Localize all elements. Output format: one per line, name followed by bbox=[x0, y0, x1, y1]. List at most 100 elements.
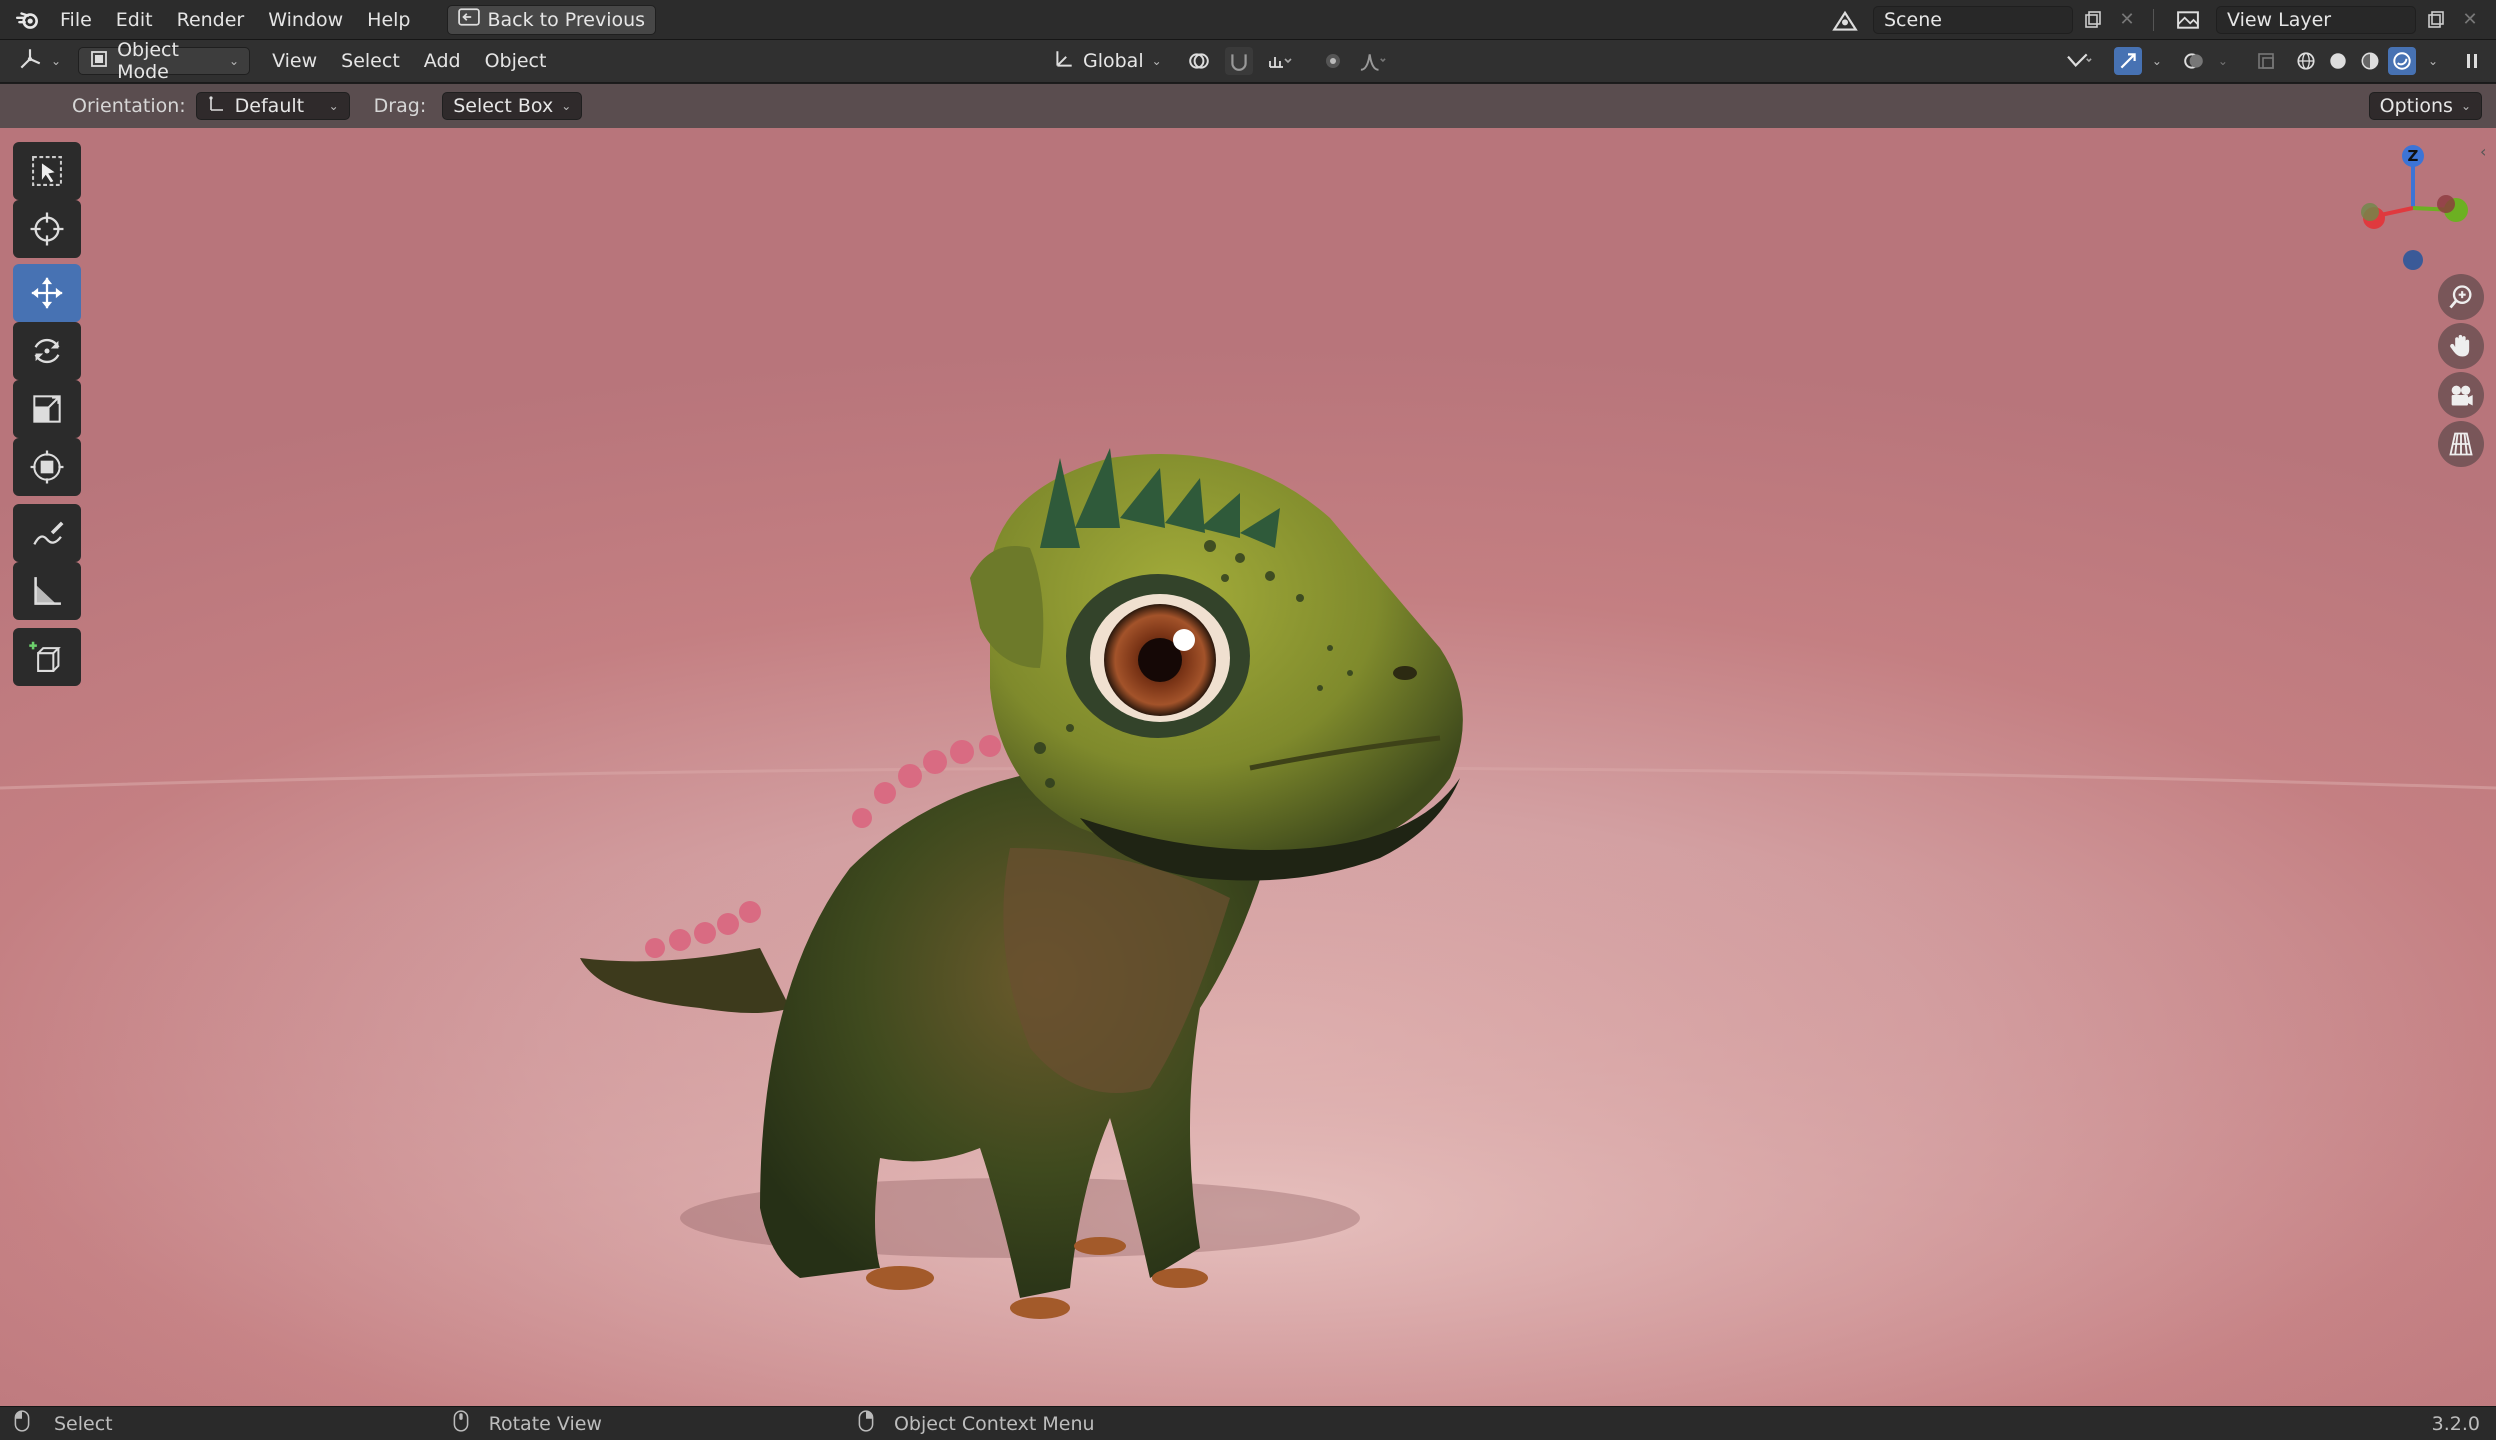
tool-settings-bar: Orientation: Default ⌄ Drag: Select Box … bbox=[0, 84, 2496, 128]
chevron-down-icon: ⌄ bbox=[229, 54, 240, 68]
snap-increment-icon[interactable] bbox=[1257, 47, 1301, 75]
new-scene-icon[interactable] bbox=[2079, 6, 2107, 34]
menu-object[interactable]: Object bbox=[473, 41, 559, 81]
view-layer-name: View Layer bbox=[2227, 8, 2332, 31]
transform-orientation-label: Global bbox=[1083, 50, 1144, 72]
gizmo-toggle-icon[interactable] bbox=[2113, 47, 2142, 75]
object-mode-icon bbox=[89, 49, 109, 74]
3d-viewport-icon bbox=[17, 46, 43, 77]
wireframe-shading-icon[interactable] bbox=[2292, 47, 2320, 75]
scene-name-field[interactable]: Scene bbox=[1873, 5, 2073, 34]
object-mode-label: Object Mode bbox=[117, 39, 179, 83]
mouse-right-icon bbox=[858, 1410, 874, 1437]
zoom-button[interactable] bbox=[2438, 274, 2484, 320]
gizmo-neg-z-axis bbox=[2403, 250, 2423, 270]
navigation-gizmo[interactable]: Z bbox=[2348, 138, 2478, 278]
new-view-layer-icon[interactable] bbox=[2422, 6, 2450, 34]
menu-view[interactable]: View bbox=[260, 41, 329, 81]
camera-view-button[interactable] bbox=[2438, 372, 2484, 418]
xray-toggle-icon[interactable] bbox=[2252, 47, 2280, 75]
view-layer-name-field[interactable]: View Layer bbox=[2216, 5, 2416, 34]
rendered-shading-icon[interactable] bbox=[2387, 47, 2416, 75]
back-to-previous-label: Back to Previous bbox=[487, 8, 646, 31]
blender-logo-icon[interactable] bbox=[12, 6, 44, 34]
orientation-label: Orientation: bbox=[72, 95, 186, 117]
view-layer-selector-icon[interactable] bbox=[2166, 6, 2210, 34]
menu-window[interactable]: Window bbox=[256, 0, 355, 40]
material-preview-shading-icon[interactable] bbox=[2356, 47, 2384, 75]
measure-tool[interactable] bbox=[13, 562, 81, 620]
sidebar-toggle-arrow[interactable]: ‹ bbox=[2480, 142, 2496, 168]
hand-icon bbox=[2450, 334, 2470, 357]
options-dropdown[interactable]: Options ⌄ bbox=[2368, 92, 2482, 120]
editor-type-button[interactable]: ⌄ bbox=[12, 47, 66, 75]
shading-options-chevron-icon[interactable]: ⌄ bbox=[2420, 54, 2446, 68]
mouse-left-icon bbox=[14, 1410, 30, 1437]
menu-render[interactable]: Render bbox=[165, 0, 257, 40]
top-menu-bar: File Edit Render Window Help Back to Pre… bbox=[0, 0, 2496, 40]
back-icon bbox=[457, 8, 480, 31]
chevron-down-icon: ⌄ bbox=[51, 54, 62, 68]
status-context-menu-label: Object Context Menu bbox=[893, 1412, 1095, 1435]
annotate-tool[interactable] bbox=[13, 504, 81, 562]
gizmo-options-chevron-icon[interactable]: ⌄ bbox=[2146, 54, 2168, 68]
rotate-icon bbox=[34, 338, 60, 364]
snap-icon[interactable] bbox=[1224, 47, 1253, 75]
status-rotate-view-label: Rotate View bbox=[488, 1412, 602, 1435]
chevron-down-icon: ⌄ bbox=[2460, 99, 2471, 113]
cursor-tool[interactable] bbox=[13, 200, 81, 258]
menu-select[interactable]: Select bbox=[329, 41, 412, 81]
scene-name: Scene bbox=[1884, 8, 1942, 31]
rendered-scene bbox=[0, 448, 2496, 1406]
chevron-down-icon: ⌄ bbox=[561, 99, 572, 113]
add-cube-tool[interactable] bbox=[13, 628, 81, 686]
overlays-options-chevron-icon[interactable]: ⌄ bbox=[2212, 54, 2234, 68]
drag-value: Select Box bbox=[453, 95, 554, 117]
move-icon bbox=[31, 277, 63, 309]
pan-button[interactable] bbox=[2438, 323, 2484, 369]
mouse-middle-icon bbox=[453, 1410, 469, 1437]
delete-view-layer-icon[interactable]: ✕ bbox=[2456, 6, 2484, 34]
camera-icon bbox=[2451, 385, 2473, 406]
menu-edit[interactable]: Edit bbox=[104, 0, 165, 40]
select-box-icon bbox=[32, 156, 62, 186]
overlays-toggle-icon[interactable] bbox=[2180, 47, 2208, 75]
options-label: Options bbox=[2379, 95, 2453, 117]
perspective-toggle-button[interactable] bbox=[2438, 421, 2484, 467]
select-box-tool[interactable] bbox=[13, 142, 81, 200]
pivot-point-icon[interactable] bbox=[1177, 47, 1221, 75]
scale-tool[interactable] bbox=[13, 380, 81, 438]
toggle-sidebar-icon[interactable] bbox=[2458, 47, 2486, 75]
status-bar: Select Rotate View Object Context Menu 3… bbox=[0, 1406, 2496, 1440]
selectability-visibility-icon[interactable] bbox=[2056, 47, 2102, 75]
separator bbox=[2153, 8, 2154, 31]
object-mode-dropdown[interactable]: Object Mode ⌄ bbox=[78, 39, 251, 83]
3d-viewport[interactable]: Z ‹ bbox=[0, 128, 2496, 1406]
gizmo-z-label: Z bbox=[2408, 147, 2419, 165]
delete-scene-icon[interactable]: ✕ bbox=[2113, 6, 2141, 34]
orientation-dropdown[interactable]: Default ⌄ bbox=[195, 92, 350, 120]
add-cube-icon bbox=[29, 641, 61, 672]
proportional-editing-icon[interactable] bbox=[1319, 47, 1347, 75]
orientation-axes-icon bbox=[1053, 48, 1075, 75]
back-to-previous-button[interactable]: Back to Previous bbox=[446, 4, 657, 35]
viewport-header: ⌄ Object Mode ⌄ View Select Add Object G… bbox=[0, 39, 2496, 83]
zoom-icon bbox=[2449, 285, 2472, 309]
annotate-icon bbox=[33, 521, 64, 545]
transform-tool[interactable] bbox=[13, 438, 81, 496]
measure-icon bbox=[34, 577, 61, 605]
solid-shading-icon[interactable] bbox=[2324, 47, 2352, 75]
move-tool[interactable] bbox=[13, 264, 81, 322]
chevron-down-icon: ⌄ bbox=[328, 99, 339, 113]
falloff-curve-icon[interactable] bbox=[1351, 47, 1395, 75]
cursor-icon bbox=[30, 212, 64, 246]
orientation-value: Default bbox=[234, 95, 305, 117]
menu-help[interactable]: Help bbox=[355, 0, 422, 40]
scene-selector-icon[interactable] bbox=[1823, 6, 1867, 34]
drag-dropdown[interactable]: Select Box ⌄ bbox=[442, 92, 583, 120]
transform-orientation-dropdown[interactable]: Global ⌄ bbox=[1042, 47, 1173, 75]
menu-file[interactable]: File bbox=[48, 0, 104, 40]
menu-add[interactable]: Add bbox=[412, 41, 473, 81]
orientation-icon bbox=[207, 94, 227, 119]
rotate-tool[interactable] bbox=[13, 322, 81, 380]
